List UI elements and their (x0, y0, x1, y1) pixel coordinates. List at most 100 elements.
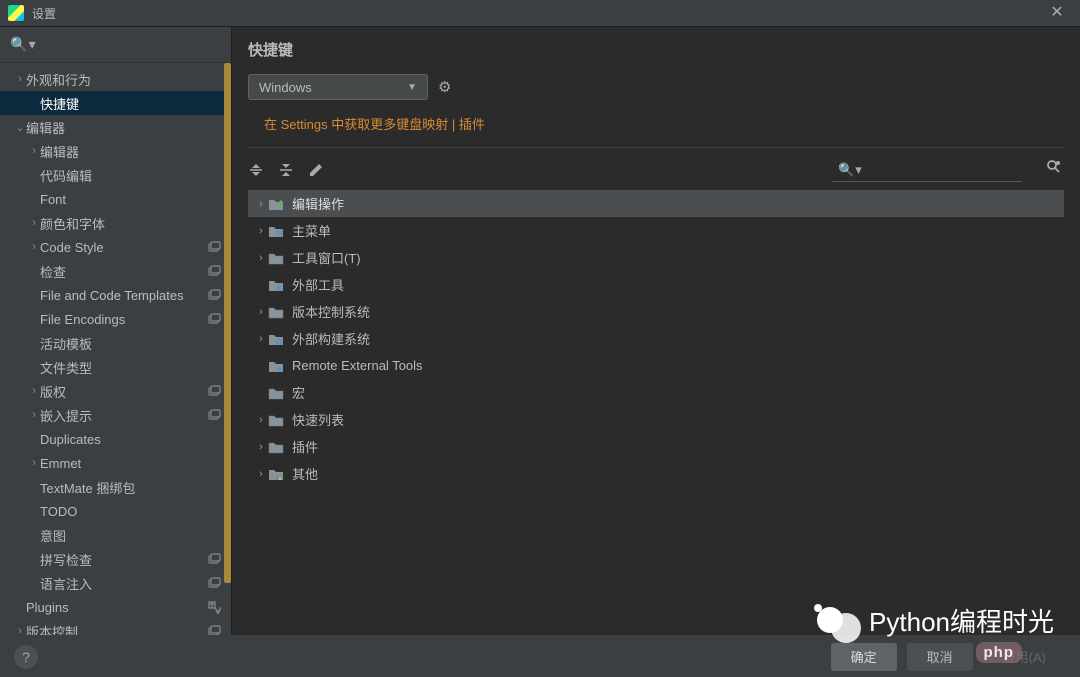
sidebar-item[interactable]: File Encodings (0, 307, 231, 331)
close-icon[interactable]: ✕ (1042, 5, 1072, 21)
ok-button[interactable]: 确定 (831, 643, 897, 671)
apply-button[interactable]: 应用(A) (983, 643, 1066, 671)
keymap-item-label: Remote External Tools (292, 358, 423, 373)
sidebar-item-label: 代码编辑 (40, 166, 92, 185)
keymap-tree[interactable]: ›编辑操作›主菜单›工具窗口(T)外部工具›版本控制系统›外部构建系统Remot… (248, 190, 1064, 487)
keymap-item-label: 其他 (292, 464, 318, 483)
chevron-icon: › (254, 468, 268, 480)
keymap-tree-item[interactable]: Remote External Tools (248, 352, 1064, 379)
sidebar-search[interactable]: 🔍 ▾ (0, 27, 231, 63)
sidebar-item[interactable]: 拼写检查 (0, 547, 231, 571)
help-button[interactable]: ? (14, 645, 38, 669)
sidebar-item[interactable]: ›Code Style (0, 235, 231, 259)
sidebar-item[interactable]: Plugins (0, 595, 231, 619)
sidebar-item[interactable]: 语言注入 (0, 571, 231, 595)
sidebar-item[interactable]: ›版权 (0, 379, 231, 403)
cancel-button[interactable]: 取消 (907, 643, 973, 671)
sidebar-item-label: 编辑器 (26, 118, 65, 137)
project-scope-icon (207, 576, 221, 590)
sidebar-item-label: 嵌入提示 (40, 406, 92, 425)
sidebar-item-label: 意图 (40, 526, 66, 545)
project-scope-icon (207, 552, 221, 566)
sidebar-item[interactable]: 文件类型 (0, 355, 231, 379)
sidebar-item[interactable]: TODO (0, 499, 231, 523)
sidebar-item[interactable]: File and Code Templates (0, 283, 231, 307)
keymap-item-label: 版本控制系统 (292, 302, 370, 321)
project-scope-icon (207, 240, 221, 254)
keymap-tree-item[interactable]: ›编辑操作 (248, 190, 1064, 217)
main-panel: 快捷键 Windows ▼ ⚙ 在 Settings 中获取更多键盘映射 | 插… (232, 27, 1080, 635)
tools-folder-icon (268, 278, 284, 292)
keymap-tree-item[interactable]: › 版本控制系统 (248, 298, 1064, 325)
folder-icon (268, 251, 284, 265)
sidebar-item[interactable]: ⌄编辑器 (0, 115, 231, 139)
keymap-selector[interactable]: Windows ▼ (248, 74, 428, 100)
keymap-tree-item[interactable]: ›外部构建系统 (248, 325, 1064, 352)
more-keymaps-link[interactable]: 在 Settings 中获取更多键盘映射 | 插件 (248, 106, 1064, 148)
chevron-icon: › (254, 414, 268, 426)
project-scope-icon (207, 624, 221, 635)
keymap-tree-item[interactable]: ›插件 (248, 433, 1064, 460)
edit-shortcut-icon[interactable] (308, 162, 324, 178)
collapse-all-icon[interactable] (278, 162, 294, 178)
chevron-icon: › (28, 145, 40, 157)
sidebar-scrollbar[interactable] (224, 63, 231, 635)
folder-icon (268, 386, 284, 400)
sidebar-item-label: 版权 (40, 382, 66, 401)
sidebar-item[interactable]: TextMate 捆绑包 (0, 475, 231, 499)
sidebar-item[interactable]: Font (0, 187, 231, 211)
sidebar-item-label: 语言注入 (40, 574, 92, 593)
keymap-selected: Windows (259, 80, 312, 95)
sidebar-item[interactable]: ›嵌入提示 (0, 403, 231, 427)
keymap-tree-item[interactable]: › 其他 (248, 460, 1064, 487)
sidebar-item[interactable]: Duplicates (0, 427, 231, 451)
sidebar-item[interactable]: 意图 (0, 523, 231, 547)
keymap-item-label: 快速列表 (292, 410, 344, 429)
sidebar-item-label: Duplicates (40, 432, 101, 447)
sidebar-item-label: 拼写检查 (40, 550, 92, 569)
chevron-icon: › (14, 625, 26, 635)
sidebar-item-label: 外观和行为 (26, 70, 91, 89)
keymap-tree-item[interactable]: 外部工具 (248, 271, 1064, 298)
sidebar-item-label: TextMate 捆绑包 (40, 478, 135, 497)
project-scope-icon (207, 384, 221, 398)
sidebar-item[interactable]: ›版本控制 (0, 619, 231, 635)
chevron-down-icon: ▼ (407, 82, 417, 93)
tools-folder-icon (268, 359, 284, 373)
folder-icon (268, 413, 284, 427)
chevron-icon: › (254, 198, 268, 210)
sidebar-item[interactable]: 检查 (0, 259, 231, 283)
panel-title: 快捷键 (232, 27, 1080, 68)
sidebar-item[interactable]: 快捷键 (0, 91, 231, 115)
sidebar-item[interactable]: 活动模板 (0, 331, 231, 355)
keymap-tree-item[interactable]: ›工具窗口(T) (248, 244, 1064, 271)
chevron-icon: › (28, 241, 40, 253)
chevron-icon: › (28, 385, 40, 397)
chevron-icon: › (254, 252, 268, 264)
expand-all-icon[interactable] (248, 162, 264, 178)
sidebar-item[interactable]: ›Emmet (0, 451, 231, 475)
sidebar-item[interactable]: 代码编辑 (0, 163, 231, 187)
sidebar-item[interactable]: ›外观和行为 (0, 67, 231, 91)
settings-tree[interactable]: ›外观和行为快捷键⌄编辑器›编辑器代码编辑Font›颜色和字体›Code Sty… (0, 63, 231, 635)
sidebar-item-label: TODO (40, 504, 77, 519)
chevron-icon: › (254, 306, 268, 318)
sidebar-item[interactable]: ›颜色和字体 (0, 211, 231, 235)
search-icon: 🔍 ▾ (838, 162, 862, 178)
keymap-item-label: 主菜单 (292, 221, 331, 240)
chevron-icon: › (28, 457, 40, 469)
keymap-tree-item[interactable]: › 快速列表 (248, 406, 1064, 433)
sidebar-item-label: 编辑器 (40, 142, 79, 161)
sidebar-item-label: 文件类型 (40, 358, 92, 377)
keymap-tree-item[interactable]: 宏 (248, 379, 1064, 406)
sidebar-item[interactable]: ›编辑器 (0, 139, 231, 163)
action-search-input[interactable]: 🔍 ▾ (832, 158, 1022, 182)
sidebar-item-label: 快捷键 (40, 94, 79, 113)
keymap-tree-item[interactable]: ›主菜单 (248, 217, 1064, 244)
gear-icon[interactable]: ⚙ (438, 78, 451, 96)
build-folder-icon (268, 332, 284, 346)
keymap-item-label: 外部构建系统 (292, 329, 370, 348)
window-title: 设置 (32, 5, 56, 22)
chevron-icon: › (254, 441, 268, 453)
find-by-shortcut-icon[interactable] (1046, 159, 1064, 181)
